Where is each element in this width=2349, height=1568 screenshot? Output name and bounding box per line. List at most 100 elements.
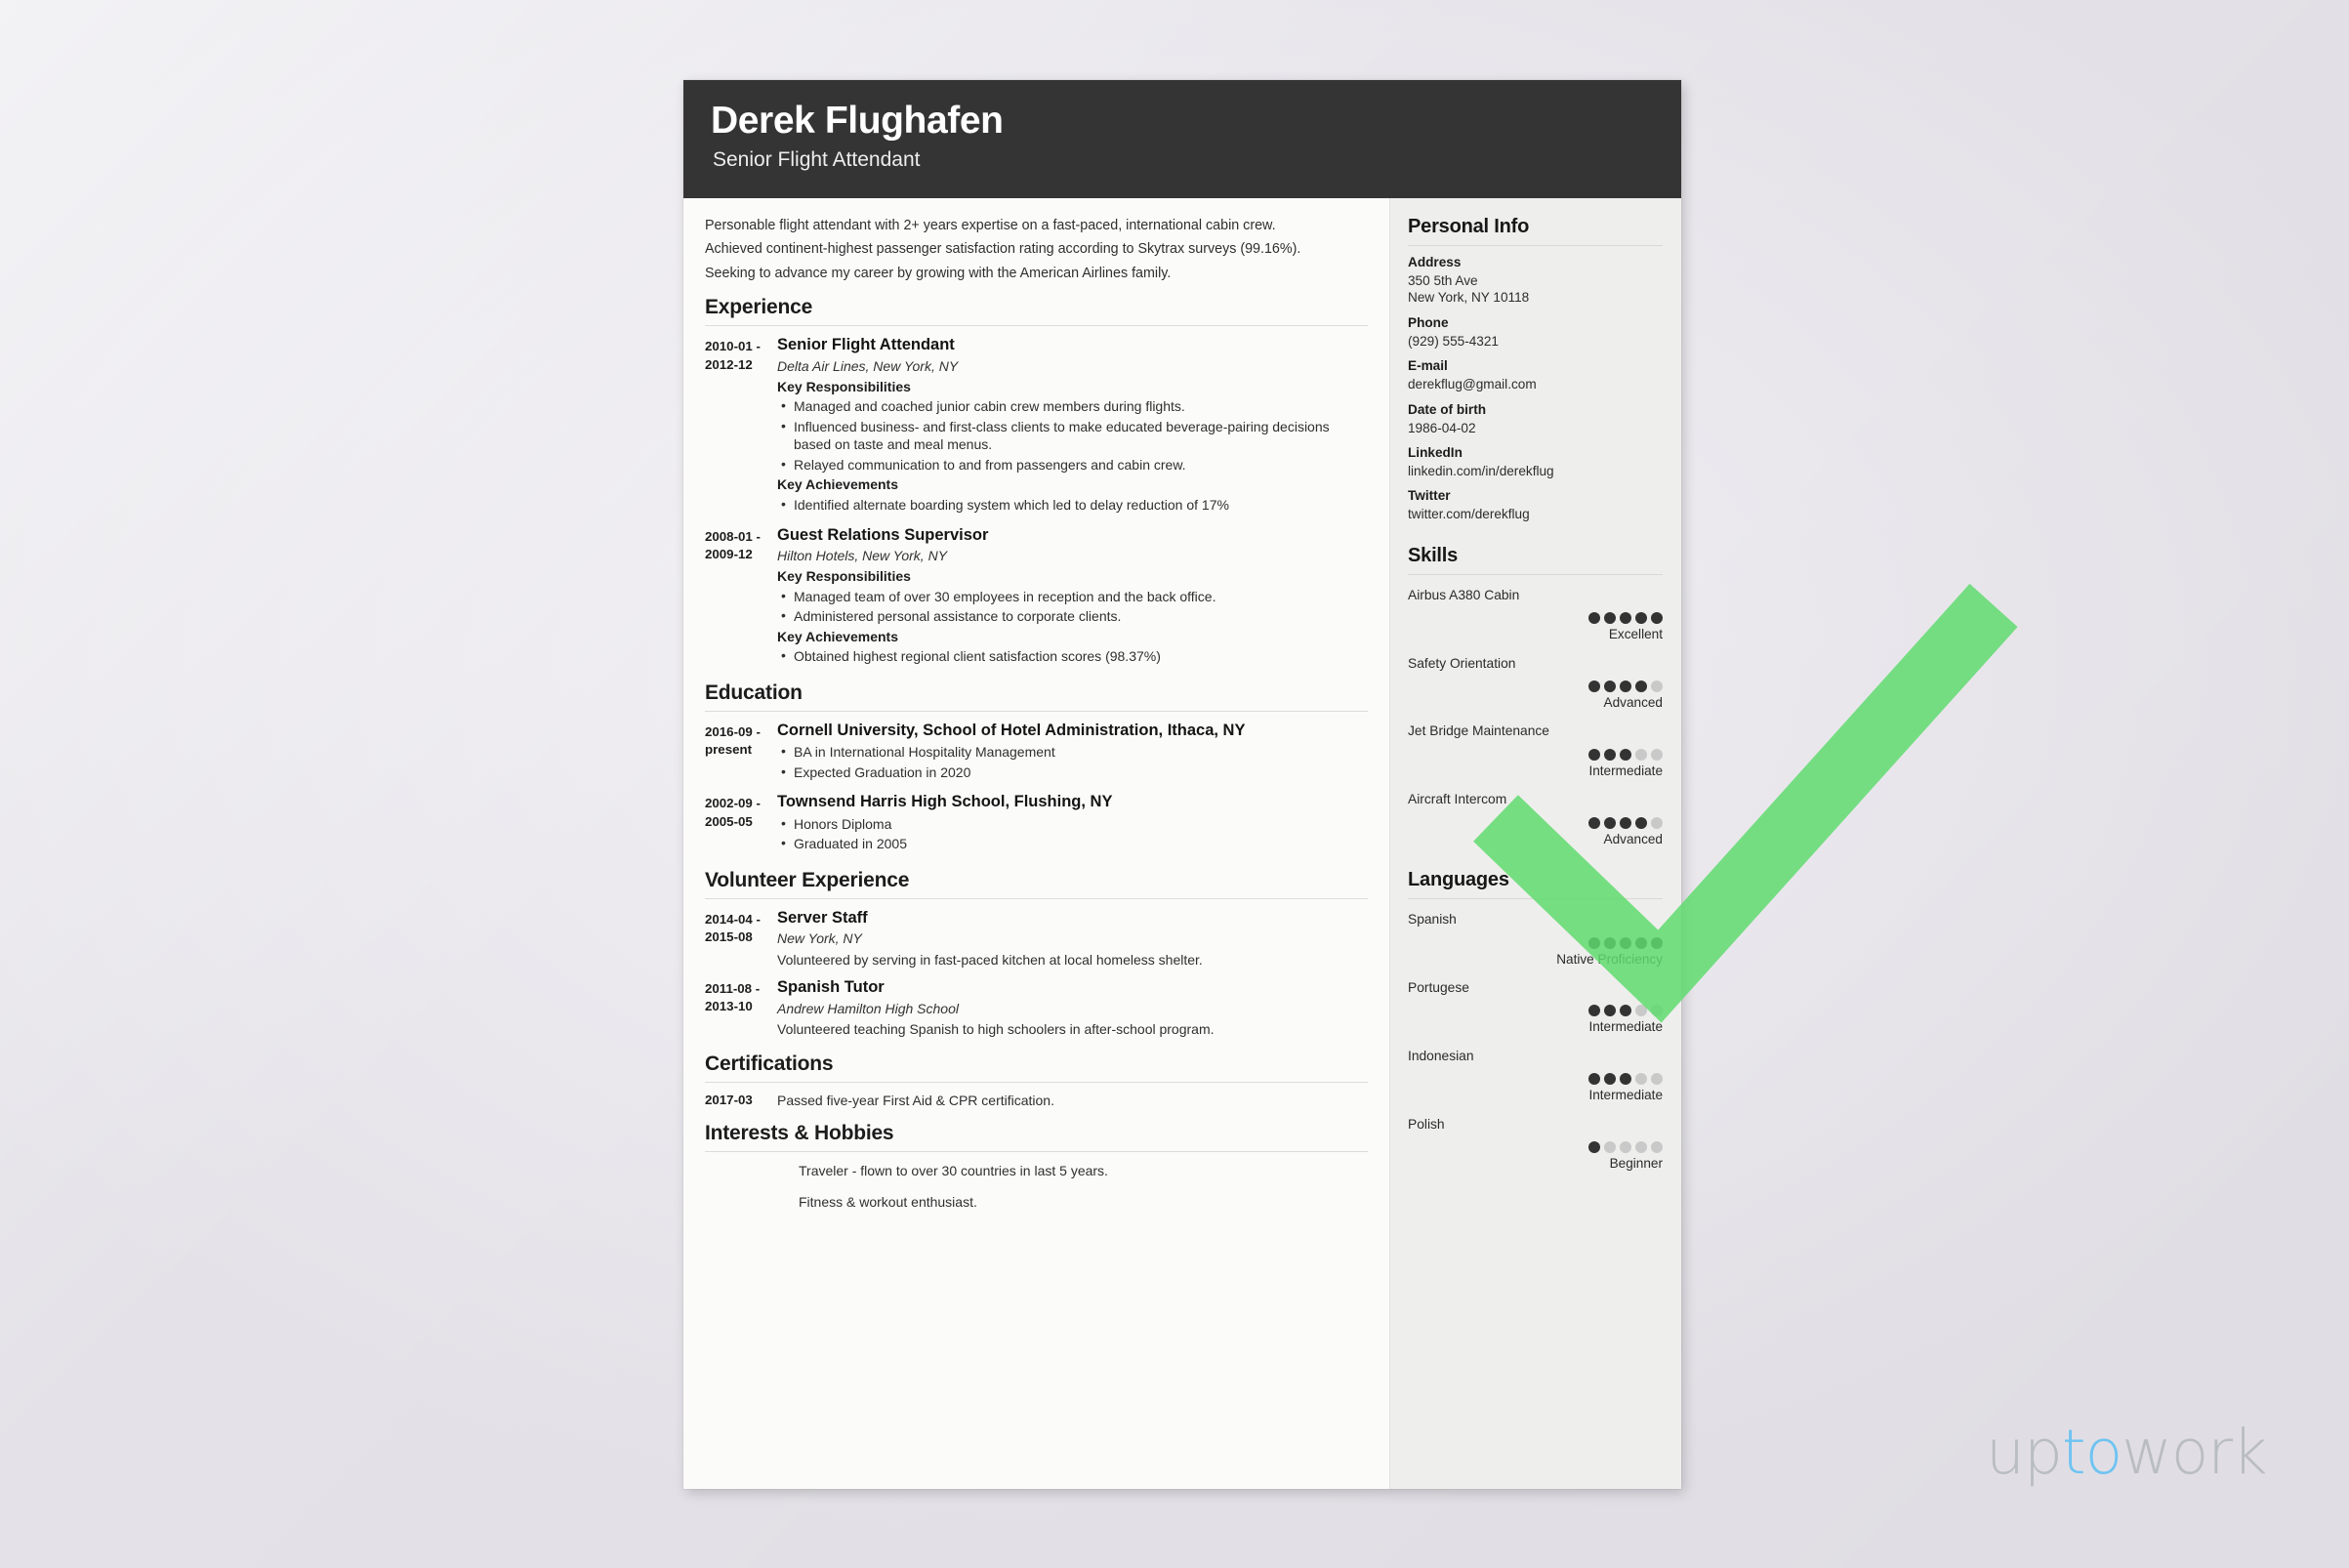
education-points: Honors Diploma Graduated in 2005 [777, 814, 1368, 853]
entry-date-range: 2002-09 - 2005-05 [705, 793, 777, 854]
rating-dot-filled [1588, 1141, 1600, 1154]
personal-info-field: E-mail derekflug@gmail.com [1408, 358, 1663, 392]
rating-dot-empty [1635, 1141, 1647, 1154]
resume-body: Personable flight attendant with 2+ year… [683, 198, 1681, 1489]
education-points: BA in International Hospitality Manageme… [777, 742, 1368, 781]
rating-dot-filled [1588, 1005, 1600, 1017]
volunteer-role: Server Staff [777, 908, 868, 927]
skill-item-level: Advanced [1603, 831, 1663, 846]
summary-line: Personable flight attendant with 2+ year… [705, 218, 1276, 233]
rating-dot-empty [1651, 1005, 1663, 1017]
rating-dot-filled [1588, 816, 1600, 829]
field-label: LinkedIn [1408, 444, 1463, 460]
logo-part-up: up [1986, 1417, 2063, 1488]
interest-item: Traveler - flown to over 30 countries in… [799, 1162, 1108, 1178]
field-label: Twitter [1408, 488, 1451, 504]
field-label: Date of birth [1408, 401, 1487, 417]
certification-text: Passed five-year First Aid & CPR certifi… [777, 1092, 1054, 1108]
field-label: E-mail [1408, 358, 1448, 374]
rating-dot-filled [1588, 612, 1600, 625]
rating-dot-empty [1635, 1073, 1647, 1086]
skill-item-level: Intermediate [1588, 763, 1663, 778]
list-item: Graduated in 2005 [781, 834, 1368, 852]
volunteer-description: Volunteered teaching Spanish to high sch… [777, 1021, 1215, 1038]
job-title: Guest Relations Supervisor [777, 525, 989, 544]
date-from: 2011-08 - [705, 981, 761, 997]
personal-info-field: Date of birth 1986-04-02 [1408, 402, 1663, 436]
list-item: Administered personal assistance to corp… [781, 606, 1368, 625]
rating-dot-filled [1635, 681, 1647, 693]
employer: Delta Air Lines, New York, NY [777, 357, 959, 374]
date-from: 2002-09 - [705, 796, 761, 811]
field-value: derekflug@gmail.com [1408, 377, 1537, 392]
rating-dot-empty [1651, 1141, 1663, 1154]
language-item: Portugese Intermediate [1408, 980, 1663, 1036]
job-title: Senior Flight Attendant [777, 336, 955, 354]
certification-date: 2017-03 [705, 1092, 753, 1107]
section-divider [705, 897, 1368, 899]
logo-part-to: to [2061, 1417, 2122, 1488]
language-item-name: Indonesian [1408, 1048, 1474, 1063]
resume-page: Derek Flughafen Senior Flight Attendant … [683, 80, 1681, 1489]
language-item-name: Polish [1408, 1116, 1445, 1132]
rating-dot-empty [1651, 681, 1663, 693]
language-item: Spanish Native Proficiency [1408, 912, 1663, 968]
skill-item-level: Advanced [1603, 695, 1663, 711]
rating-dot-filled [1620, 936, 1631, 949]
education-entry: 2002-09 - 2005-05 Townsend Harris High S… [705, 793, 1368, 854]
sidebar-divider [1408, 898, 1663, 900]
field-value: twitter.com/derekflug [1408, 507, 1530, 522]
education-entry: 2016-09 - present Cornell University, Sc… [705, 722, 1368, 783]
date-to: 2012-12 [705, 356, 753, 372]
skill-item: Aircraft Intercom Advanced [1408, 792, 1663, 847]
rating-dot-filled [1620, 612, 1631, 625]
field-value-line2: New York, NY 10118 [1408, 290, 1530, 306]
entry-date-range: 2010-01 - 2012-12 [705, 336, 777, 516]
entry-body: Cornell University, School of Hotel Admi… [777, 722, 1368, 783]
skill-item-rating-dots [1408, 748, 1663, 761]
entry-body: Spanish Tutor Andrew Hamilton High Schoo… [777, 978, 1368, 1038]
responsibilities-list: Managed team of over 30 employees in rec… [777, 587, 1368, 626]
list-item: Expected Graduation in 2020 [781, 763, 1368, 781]
rating-dot-filled [1604, 816, 1616, 829]
language-item-level: Intermediate [1588, 1088, 1663, 1103]
date-from: 2010-01 - [705, 339, 761, 354]
sidebar-divider [1408, 573, 1663, 575]
skills-list: Airbus A380 Cabin Excellent Safety Orienta… [1408, 588, 1663, 847]
rating-dot-filled [1604, 612, 1616, 625]
entry-body: Senior Flight Attendant Delta Air Lines,… [777, 336, 1368, 516]
language-item-rating-dots [1408, 1005, 1663, 1017]
rating-dot-filled [1635, 936, 1647, 949]
rating-dot-filled [1604, 748, 1616, 761]
field-value: 1986-04-02 [1408, 420, 1476, 435]
date-from: 2016-09 - [705, 723, 761, 739]
sidebar-title-languages: Languages [1408, 869, 1509, 891]
rating-dot-filled [1620, 816, 1631, 829]
skill-item-name: Aircraft Intercom [1408, 792, 1507, 807]
school-name: Townsend Harris High School, Flushing, N… [777, 793, 1113, 811]
rating-dot-empty [1635, 1005, 1647, 1017]
uptowork-logo: uptowork [1986, 1422, 2268, 1483]
rating-dot-filled [1651, 936, 1663, 949]
list-item: Influenced business- and first-class cli… [781, 417, 1368, 454]
interest-item: Fitness & workout enthusiast. [799, 1193, 977, 1210]
responsibilities-list: Managed and coached junior cabin crew me… [777, 396, 1368, 474]
list-item: Managed team of over 30 employees in rec… [781, 587, 1368, 605]
skill-item-name: Jet Bridge Maintenance [1408, 723, 1549, 739]
resume-sidebar: Personal Info Address 350 5th Ave New Yo… [1390, 198, 1680, 1489]
volunteer-role: Spanish Tutor [777, 978, 885, 997]
achievements-label: Key Achievements [777, 476, 898, 493]
school-name: Cornell University, School of Hotel Admi… [777, 721, 1246, 739]
achievements-label: Key Achievements [777, 628, 898, 644]
personal-info-field: LinkedIn linkedin.com/in/derekflug [1408, 445, 1663, 479]
rating-dot-filled [1588, 748, 1600, 761]
skill-item: Jet Bridge Maintenance Intermediate [1408, 723, 1663, 779]
field-value: linkedin.com/in/derekflug [1408, 463, 1554, 478]
section-title-volunteer: Volunteer Experience [705, 868, 910, 891]
personal-info-field: Twitter twitter.com/derekflug [1408, 488, 1663, 522]
date-to: 2013-10 [705, 999, 753, 1014]
summary-line: Seeking to advance my career by growing … [705, 265, 1172, 281]
rating-dot-empty [1651, 1073, 1663, 1086]
certification-row: 2017-03 Passed five-year First Aid & CPR… [705, 1093, 1368, 1108]
rating-dot-filled [1620, 1073, 1631, 1086]
